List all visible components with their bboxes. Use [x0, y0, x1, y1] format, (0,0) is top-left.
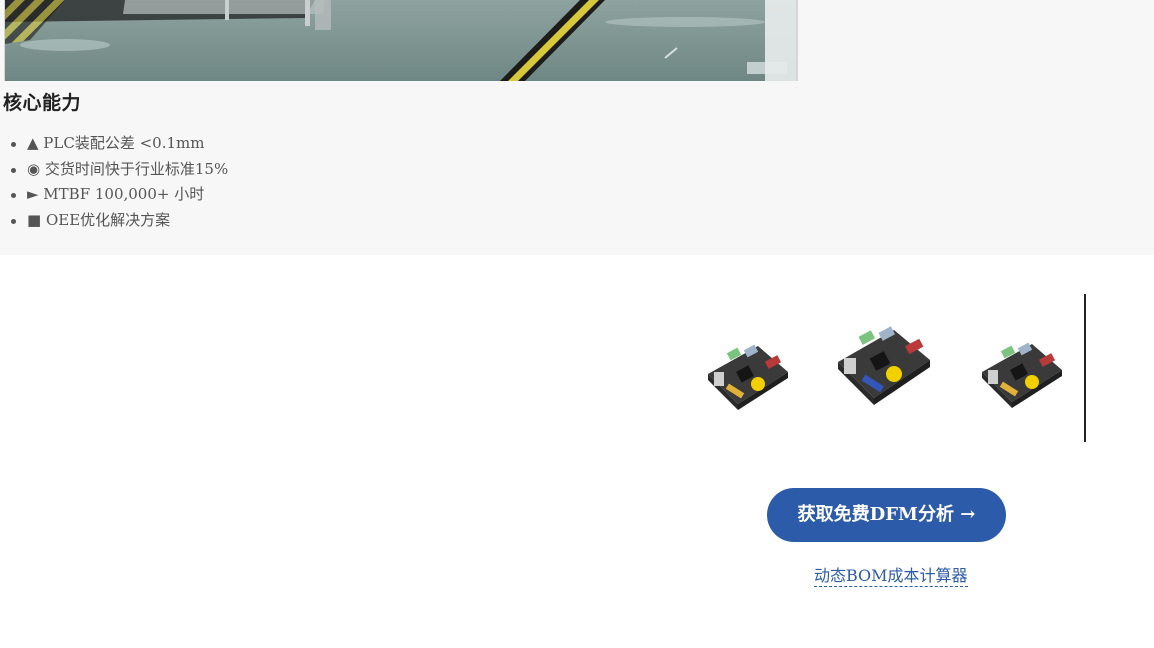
- capabilities-section: 核心能力 ▲ PLC装配公差 <0.1mm ◉ 交货时间快于行业标准15% ► …: [0, 0, 1154, 255]
- circuit-board-image: [838, 326, 930, 405]
- circuit-board-image: [708, 344, 788, 410]
- capability-list: ▲ PLC装配公差 <0.1mm ◉ 交货时间快于行业标准15% ► MTBF …: [0, 131, 228, 233]
- list-item: ▲ PLC装配公差 <0.1mm: [10, 131, 228, 157]
- section-heading: 核心能力: [3, 92, 82, 114]
- list-item: ► MTBF 100,000+ 小时: [10, 182, 228, 208]
- factory-floor-photo: [4, 0, 798, 81]
- bom-cost-calculator-link[interactable]: 动态BOM成本计算器: [814, 566, 968, 587]
- product-image-carousel[interactable]: [690, 294, 1086, 442]
- list-item: ◉ 交货时间快于行业标准15%: [10, 157, 228, 183]
- get-free-dfm-analysis-button[interactable]: 获取免费DFM分析 →: [767, 488, 1006, 542]
- circuit-board-image: [982, 342, 1062, 408]
- list-item: ■ OEE优化解决方案: [10, 208, 228, 234]
